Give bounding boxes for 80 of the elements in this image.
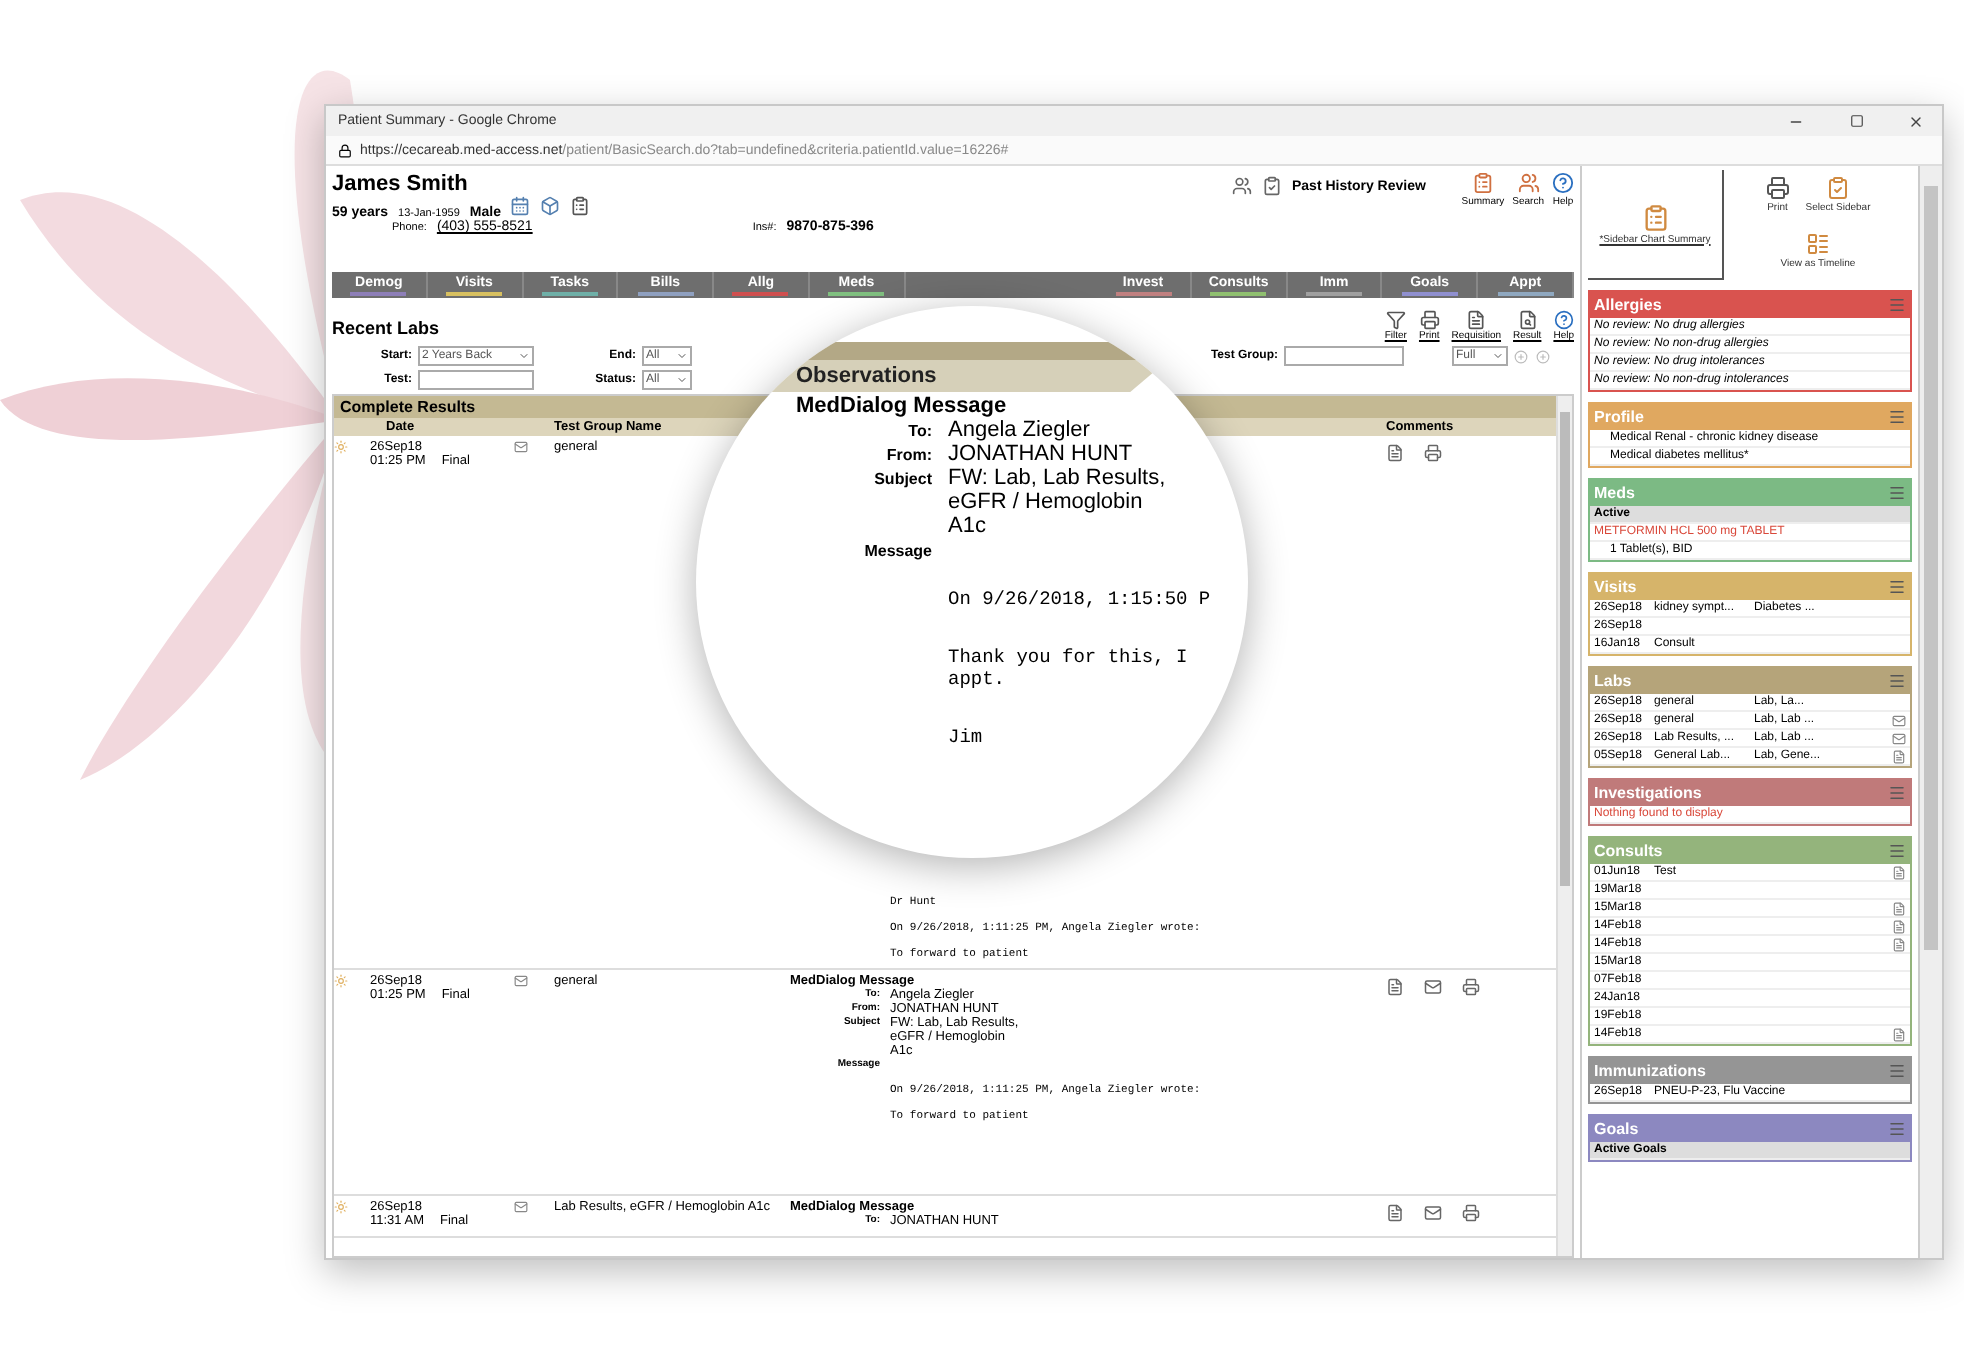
message-text: On 9/26/2018, 1:15:50 P xyxy=(946,588,1213,610)
field-value: A1c xyxy=(948,514,988,538)
clipboard-check-icon xyxy=(1826,176,1850,200)
menu-icon[interactable] xyxy=(1888,578,1906,596)
document-icon[interactable] xyxy=(1892,1027,1906,1041)
filter-icon xyxy=(1385,310,1406,330)
test-field[interactable] xyxy=(418,370,534,390)
sun-icon xyxy=(334,440,348,454)
help-icon xyxy=(1552,172,1574,194)
help-icon xyxy=(1553,310,1574,330)
field-label: To: xyxy=(906,420,932,442)
panel-header: Labs xyxy=(1590,668,1910,694)
message-text: Thank you for this, I xyxy=(946,646,1190,668)
menu-icon[interactable] xyxy=(1888,1120,1906,1138)
field-label: From: xyxy=(884,444,932,466)
clipboard-check-icon[interactable] xyxy=(1262,176,1282,196)
clipboard-icon xyxy=(1471,172,1494,194)
printer-icon xyxy=(1765,176,1790,200)
document-icon[interactable] xyxy=(1386,444,1404,462)
field-value: eGFR / Hemoglobin xyxy=(948,490,1145,514)
document-icon[interactable] xyxy=(1892,937,1906,951)
message-title: MedDialog Message xyxy=(794,394,1009,418)
document-icon[interactable] xyxy=(1892,901,1906,915)
envelope-icon[interactable] xyxy=(1424,978,1442,996)
add-icon[interactable] xyxy=(1536,349,1550,363)
field-value: Angela Ziegler xyxy=(948,418,1092,442)
panel-header: Visits xyxy=(1590,574,1910,600)
menu-icon[interactable] xyxy=(1888,842,1906,860)
menu-icon[interactable] xyxy=(1888,784,1906,802)
field-label: Message xyxy=(862,540,932,560)
printer-icon[interactable] xyxy=(1424,444,1442,462)
sun-icon xyxy=(334,1200,348,1214)
envelope-icon xyxy=(514,974,528,988)
field-label: Subject xyxy=(872,468,932,490)
document-icon[interactable] xyxy=(1386,978,1404,996)
printer-icon[interactable] xyxy=(1462,1204,1480,1222)
people-icon[interactable] xyxy=(1232,176,1252,196)
menu-icon[interactable] xyxy=(1888,484,1906,502)
menu-icon[interactable] xyxy=(1888,408,1906,426)
test-group-field[interactable] xyxy=(1284,346,1404,366)
envelope-icon[interactable] xyxy=(1892,731,1906,745)
panel-header: Allergies xyxy=(1590,292,1910,318)
panel-header: Meds xyxy=(1590,480,1910,506)
people-search-icon xyxy=(1517,172,1540,194)
timeline-icon xyxy=(1806,232,1830,256)
envelope-icon xyxy=(514,1200,528,1214)
panel-header: Consults xyxy=(1590,838,1910,864)
document-icon[interactable] xyxy=(1386,1204,1404,1222)
message-text: Jim xyxy=(946,726,985,748)
document-icon[interactable] xyxy=(1892,865,1906,879)
cube-icon[interactable] xyxy=(540,196,561,216)
document-icon xyxy=(1466,310,1487,330)
panel-header: Immunizations xyxy=(1590,1058,1910,1084)
lock-icon xyxy=(338,143,352,157)
caret-icon xyxy=(518,350,530,362)
message-text: appt. xyxy=(946,668,1008,690)
field-value: JONATHAN HUNT xyxy=(948,442,1135,466)
field-value: FW: Lab, Lab Results, xyxy=(948,466,1168,490)
document-icon[interactable] xyxy=(1892,749,1906,763)
section-title: Recent Labs xyxy=(332,318,442,342)
menu-icon[interactable] xyxy=(1888,296,1906,314)
menu-icon[interactable] xyxy=(1888,1062,1906,1080)
document-icon[interactable] xyxy=(1892,919,1906,933)
envelope-icon xyxy=(514,440,528,454)
clipboard-icon xyxy=(1641,203,1669,231)
add-icon[interactable] xyxy=(1514,349,1528,363)
panel-header: Profile xyxy=(1590,404,1910,430)
printer-icon[interactable] xyxy=(1462,978,1480,996)
patient-name: James Smith xyxy=(332,172,470,196)
envelope-icon[interactable] xyxy=(1424,1204,1442,1222)
caret-icon xyxy=(1492,350,1504,362)
panel-header: Goals xyxy=(1590,1116,1910,1142)
form-icon[interactable] xyxy=(570,196,591,216)
menu-icon[interactable] xyxy=(1888,672,1906,690)
printer-icon xyxy=(1419,310,1440,330)
envelope-icon[interactable] xyxy=(1892,713,1906,727)
calendar-icon[interactable] xyxy=(510,196,531,216)
document-search-icon xyxy=(1517,310,1538,330)
sun-icon xyxy=(334,974,348,988)
panel-header: Investigations xyxy=(1590,780,1910,806)
